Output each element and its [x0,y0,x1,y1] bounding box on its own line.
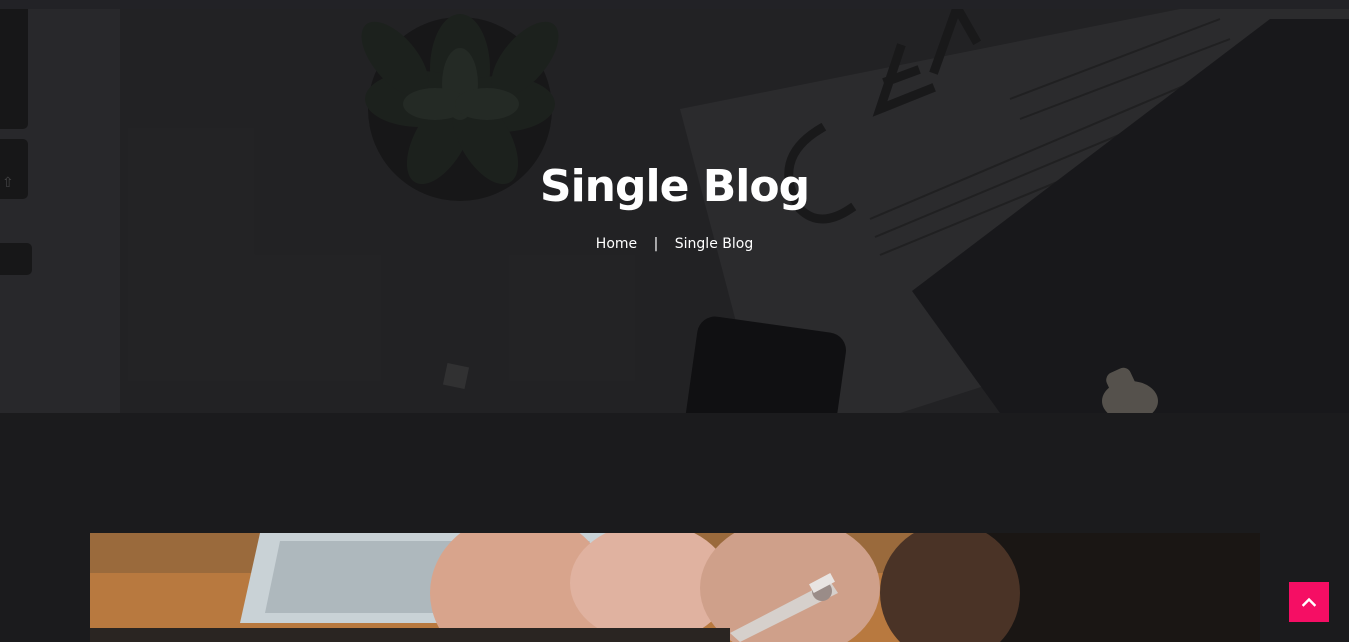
scroll-to-top-button[interactable] [1289,582,1329,622]
breadcrumb-current: Single Blog [674,236,754,252]
breadcrumb-separator: | [653,236,659,252]
top-strip [0,0,1349,9]
page-title: Single Blog [539,161,810,212]
featured-image-photo [90,533,1260,642]
chevron-up-icon [1302,597,1316,607]
blog-featured-image [90,533,1260,642]
breadcrumb-home-link[interactable]: Home [596,236,637,252]
breadcrumb: Home | Single Blog [0,236,1349,252]
page-banner: ⇧ [0,9,1349,413]
